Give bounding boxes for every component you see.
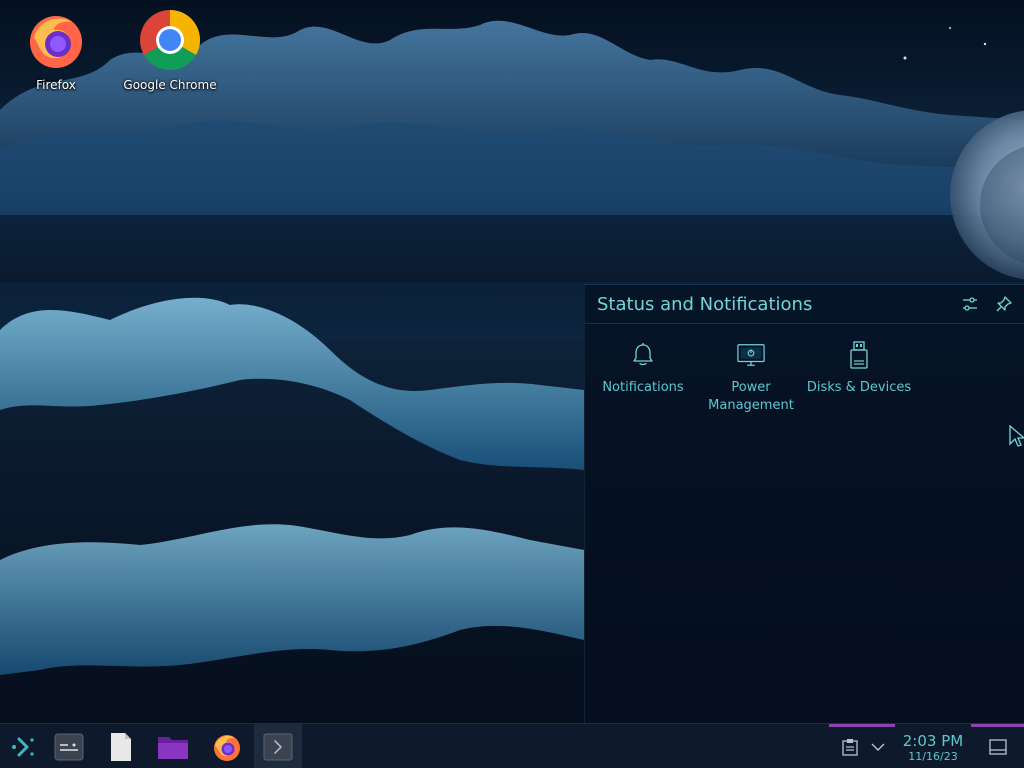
task-firefox[interactable] — [204, 724, 250, 768]
firefox-icon — [30, 16, 82, 68]
task-text-editor[interactable] — [98, 724, 144, 768]
firefox-icon — [214, 734, 240, 761]
app-launcher-icon — [12, 737, 34, 756]
desktop-icon-google-chrome[interactable]: Google Chrome — [120, 8, 220, 92]
usb-drive-icon — [850, 341, 868, 369]
configure-icon — [963, 297, 977, 311]
desktop: Firefox Google Chrome Status and Notific… — [0, 0, 1024, 768]
terminal-window-icon — [54, 733, 84, 760]
task-file-manager[interactable] — [150, 724, 196, 768]
monitor-icon — [737, 344, 765, 366]
mouse-cursor-icon — [1009, 425, 1024, 447]
taskbar: 2:03 PM 11/16/23 — [0, 723, 1024, 768]
applet-label: Power Management — [708, 380, 794, 413]
desktop-icon-label: Google Chrome — [123, 78, 217, 92]
show-desktop-icon — [989, 738, 1007, 755]
panel-title: Status and Notifications — [597, 294, 813, 315]
configure-button[interactable] — [959, 293, 981, 315]
applet-label: Notifications — [602, 380, 684, 395]
pin-button[interactable] — [993, 293, 1015, 315]
applet-label: Disks & Devices — [806, 380, 912, 395]
chrome-icon — [140, 9, 201, 71]
applet-disks-devices[interactable]: Disks & Devices — [805, 341, 913, 397]
pin-icon — [996, 296, 1012, 312]
folder-icon — [158, 736, 188, 759]
clock[interactable]: 2:03 PM 11/16/23 — [895, 724, 971, 768]
task-terminal[interactable] — [254, 724, 302, 768]
app-launcher-button[interactable] — [0, 724, 46, 768]
clipboard-icon — [842, 738, 858, 756]
clock-time: 2:03 PM — [902, 732, 964, 750]
terminal-icon — [263, 733, 293, 760]
desktop-icon-label: Firefox — [36, 78, 76, 92]
panel-header: Status and Notifications — [585, 285, 1024, 324]
applet-notifications[interactable]: Notifications — [589, 341, 697, 397]
show-desktop-button[interactable] — [984, 724, 1012, 768]
applet-power-management[interactable]: Power Management — [697, 341, 805, 415]
status-notifications-panel: Status and Notifications Notifications P… — [584, 284, 1024, 724]
document-icon — [111, 732, 131, 761]
clipboard-button[interactable] — [838, 724, 862, 768]
task-terminal-window[interactable] — [46, 724, 92, 768]
tray-expand-button[interactable] — [866, 724, 890, 768]
clock-date: 11/16/23 — [908, 750, 958, 763]
chevron-down-icon — [871, 743, 885, 751]
bell-icon — [633, 343, 653, 366]
desktop-icon-firefox[interactable]: Firefox — [16, 8, 96, 92]
